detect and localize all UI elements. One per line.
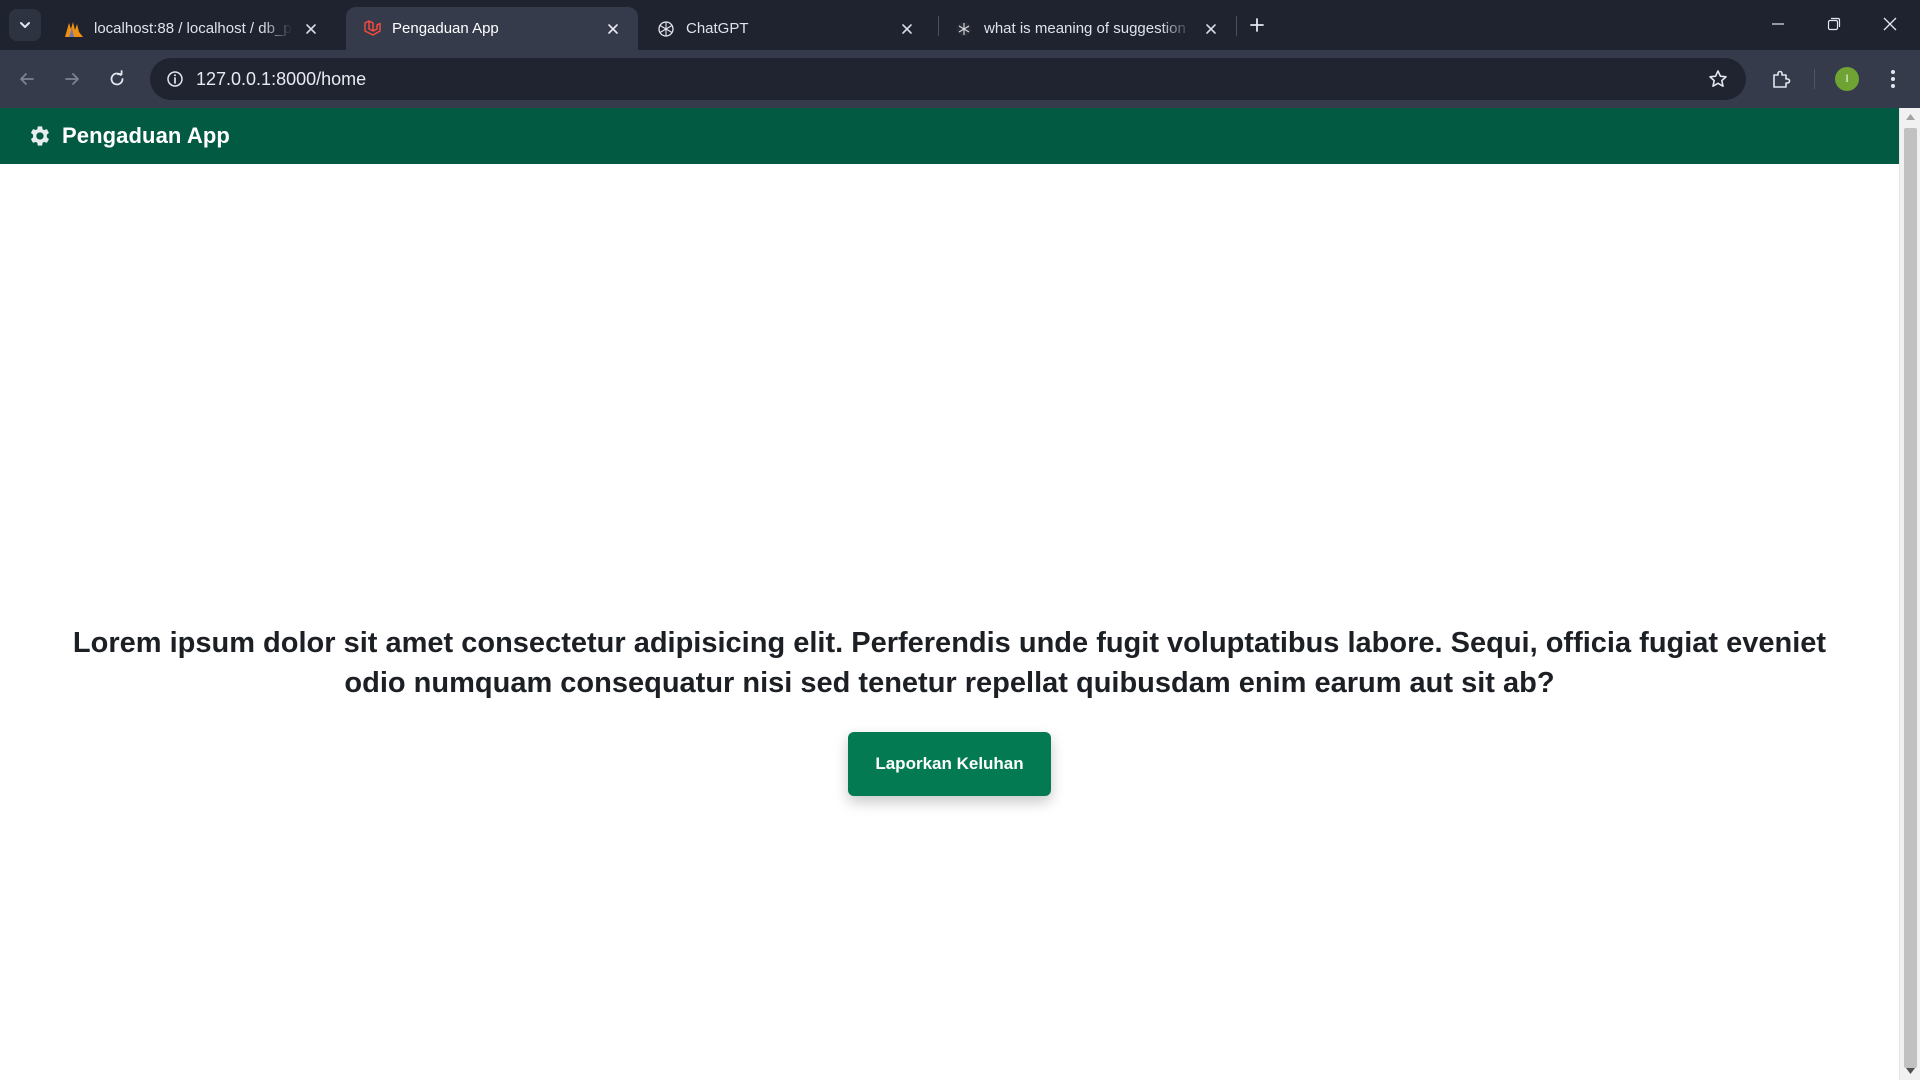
restore-button[interactable]: [1806, 0, 1862, 48]
scroll-up-button[interactable]: [1900, 108, 1920, 126]
tab-title: Pengaduan App: [392, 20, 499, 37]
report-complaint-button[interactable]: Laporkan Keluhan: [848, 732, 1051, 796]
tab-chatgpt[interactable]: ChatGPT: [640, 7, 932, 50]
tab-suggestion-search[interactable]: what is meaning of suggestion: [938, 7, 1236, 50]
new-tab-button[interactable]: [1243, 11, 1271, 39]
app-brand[interactable]: Pengaduan App: [62, 123, 230, 149]
avatar: I: [1835, 67, 1859, 91]
tab-title: ChatGPT: [686, 20, 749, 37]
forward-button[interactable]: [54, 61, 90, 97]
arrow-right-icon: [65, 73, 79, 85]
scrollbar-thumb[interactable]: [1904, 128, 1917, 1068]
close-window-button[interactable]: [1862, 0, 1918, 48]
info-icon: [167, 71, 183, 87]
close-tab-icon[interactable]: [896, 18, 918, 40]
hero-heading: Lorem ipsum dolor sit amet consectetur a…: [72, 627, 1827, 699]
puzzle-icon: [1773, 70, 1791, 88]
tab-title: what is meaning of suggestion: [984, 20, 1186, 37]
bookmark-button[interactable]: [1702, 63, 1734, 95]
perplexity-icon: [954, 19, 974, 39]
browser-tabstrip: localhost:88 / localhost / db_pe Pengadu…: [0, 0, 1920, 50]
scroll-down-button[interactable]: [1900, 1062, 1920, 1080]
menu-button[interactable]: [1875, 61, 1911, 97]
phpmyadmin-icon: [64, 19, 84, 39]
vertical-scrollbar[interactable]: [1899, 108, 1920, 1080]
back-button[interactable]: [9, 61, 45, 97]
browser-toolbar: 127.0.0.1:8000/home I: [0, 50, 1920, 108]
toolbar-divider: [1814, 69, 1815, 89]
chatgpt-icon: [656, 19, 676, 39]
laravel-icon: [362, 19, 382, 39]
tab-separator: [1236, 16, 1237, 36]
address-bar[interactable]: 127.0.0.1:8000/home: [150, 58, 1746, 100]
arrow-left-icon: [20, 73, 34, 85]
tab-title: localhost:88 / localhost / db_pe: [94, 20, 292, 37]
app-navbar: Pengaduan App: [0, 108, 1899, 164]
page-viewport: Pengaduan App Lorem ipsum dolor sit amet…: [0, 108, 1920, 1080]
caret-down-icon: [1906, 1068, 1915, 1074]
tab-phpmyadmin[interactable]: localhost:88 / localhost / db_pe: [48, 7, 336, 50]
url-text: 127.0.0.1:8000/home: [196, 69, 367, 89]
profile-button[interactable]: I: [1829, 61, 1865, 97]
extensions-button[interactable]: [1763, 61, 1799, 97]
tab-search-button[interactable]: [9, 9, 41, 41]
plus-icon: [1250, 18, 1264, 32]
minimize-button[interactable]: [1750, 0, 1806, 48]
chevron-down-icon: [20, 22, 30, 28]
star-icon: [1709, 70, 1727, 87]
close-tab-icon[interactable]: [1200, 18, 1222, 40]
site-info-button[interactable]: [159, 63, 191, 95]
avatar-initial: I: [1845, 73, 1849, 85]
close-tab-icon[interactable]: [300, 18, 322, 40]
more-vertical-icon: [1891, 70, 1895, 88]
minimize-icon: [1772, 23, 1784, 25]
gear-icon: [29, 125, 51, 147]
reload-icon: [110, 70, 124, 86]
reload-button[interactable]: [99, 61, 135, 97]
close-tab-icon[interactable]: [602, 18, 624, 40]
tab-pengaduan-app[interactable]: Pengaduan App: [346, 7, 638, 50]
caret-up-icon: [1906, 114, 1915, 120]
close-icon: [1883, 17, 1897, 31]
restore-icon: [1827, 17, 1841, 31]
